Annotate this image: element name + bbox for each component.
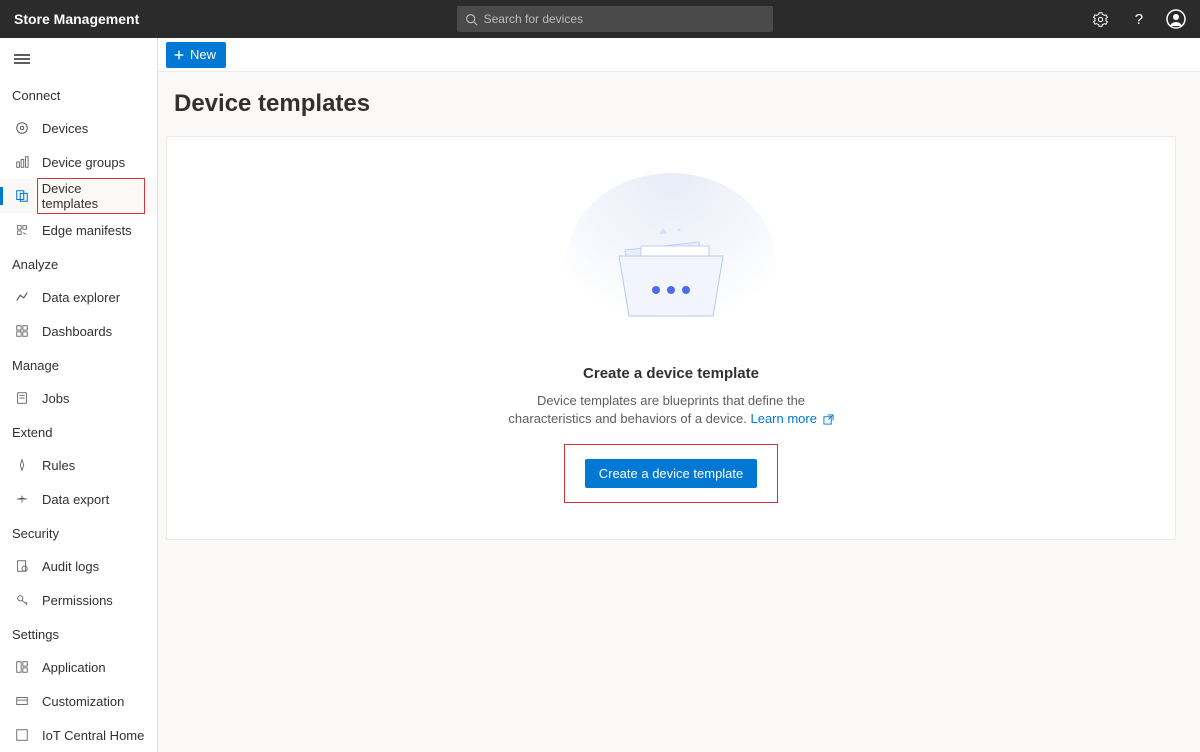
nav-label: Dashboards [42,324,112,339]
command-bar: New [158,38,1200,72]
audit-logs-icon [14,558,30,574]
sidebar-item-device-templates[interactable]: Device templates [0,179,157,213]
empty-description: Device templates are blueprints that def… [506,392,836,428]
nav-label: Data export [42,492,109,507]
sidebar-item-rules[interactable]: Rules [0,448,157,482]
sidebar: Connect Devices Device groups Device tem… [0,38,158,752]
sidebar-section-security: Security [0,516,157,549]
sidebar-item-jobs[interactable]: Jobs [0,381,157,415]
search-icon [465,13,478,26]
sidebar-section-extend: Extend [0,415,157,448]
help-icon[interactable]: ? [1128,9,1148,29]
app-title: Store Management [14,11,139,27]
sidebar-section-settings: Settings [0,617,157,650]
settings-icon[interactable] [1090,9,1110,29]
sidebar-item-permissions[interactable]: Permissions [0,583,157,617]
top-bar: Store Management ? [0,0,1200,38]
data-export-icon [14,491,30,507]
sidebar-section-manage: Manage [0,348,157,381]
sidebar-item-customization[interactable]: Customization [0,684,157,718]
new-button[interactable]: New [166,42,226,68]
nav-label: Device groups [42,155,125,170]
edge-manifests-icon [14,222,30,238]
highlighted-button-area: Create a device template [564,444,779,503]
sidebar-item-iot-central-home[interactable]: IoT Central Home [0,718,157,752]
sidebar-item-application[interactable]: Application [0,650,157,684]
nav-label: IoT Central Home [42,728,144,743]
home-icon [14,727,30,743]
sidebar-section-connect: Connect [0,78,157,111]
nav-label: Data explorer [42,290,120,305]
nav-label: Audit logs [42,559,99,574]
learn-more-link[interactable]: Learn more [750,411,816,426]
jobs-icon [14,390,30,406]
nav-label: Devices [42,121,88,136]
sidebar-section-analyze: Analyze [0,247,157,280]
application-icon [14,659,30,675]
permissions-icon [14,592,30,608]
nav-label: Customization [42,694,124,709]
external-link-icon [823,414,834,425]
nav-label: Edge manifests [42,223,132,238]
account-icon[interactable] [1166,9,1186,29]
folder-icon [601,222,741,332]
data-explorer-icon [14,289,30,305]
empty-state-card: Create a device template Device template… [166,136,1176,540]
nav-label: Application [42,660,106,675]
sidebar-item-data-explorer[interactable]: Data explorer [0,280,157,314]
sidebar-item-dashboards[interactable]: Dashboards [0,314,157,348]
plus-icon [172,48,186,62]
nav-label: Jobs [42,391,69,406]
empty-illustration [566,173,776,353]
devices-icon [14,120,30,136]
nav-label: Device templates [42,181,98,211]
svg-text:?: ? [1134,11,1142,28]
customization-icon [14,693,30,709]
hamburger-icon[interactable] [0,46,157,78]
sidebar-item-audit-logs[interactable]: Audit logs [0,549,157,583]
nav-label: Rules [42,458,75,473]
new-button-label: New [190,47,216,62]
search-input[interactable] [484,12,765,26]
page-title: Device templates [174,72,1176,136]
device-templates-icon [14,188,30,204]
rules-icon [14,457,30,473]
sidebar-item-device-groups[interactable]: Device groups [0,145,157,179]
create-device-template-button[interactable]: Create a device template [585,459,758,488]
search-box[interactable] [457,6,773,32]
sidebar-item-edge-manifests[interactable]: Edge manifests [0,213,157,247]
sidebar-item-devices[interactable]: Devices [0,111,157,145]
main-content: New Device templates [158,38,1200,752]
device-groups-icon [14,154,30,170]
empty-title: Create a device template [583,365,759,382]
dashboards-icon [14,323,30,339]
sidebar-item-data-export[interactable]: Data export [0,482,157,516]
nav-label: Permissions [42,593,113,608]
